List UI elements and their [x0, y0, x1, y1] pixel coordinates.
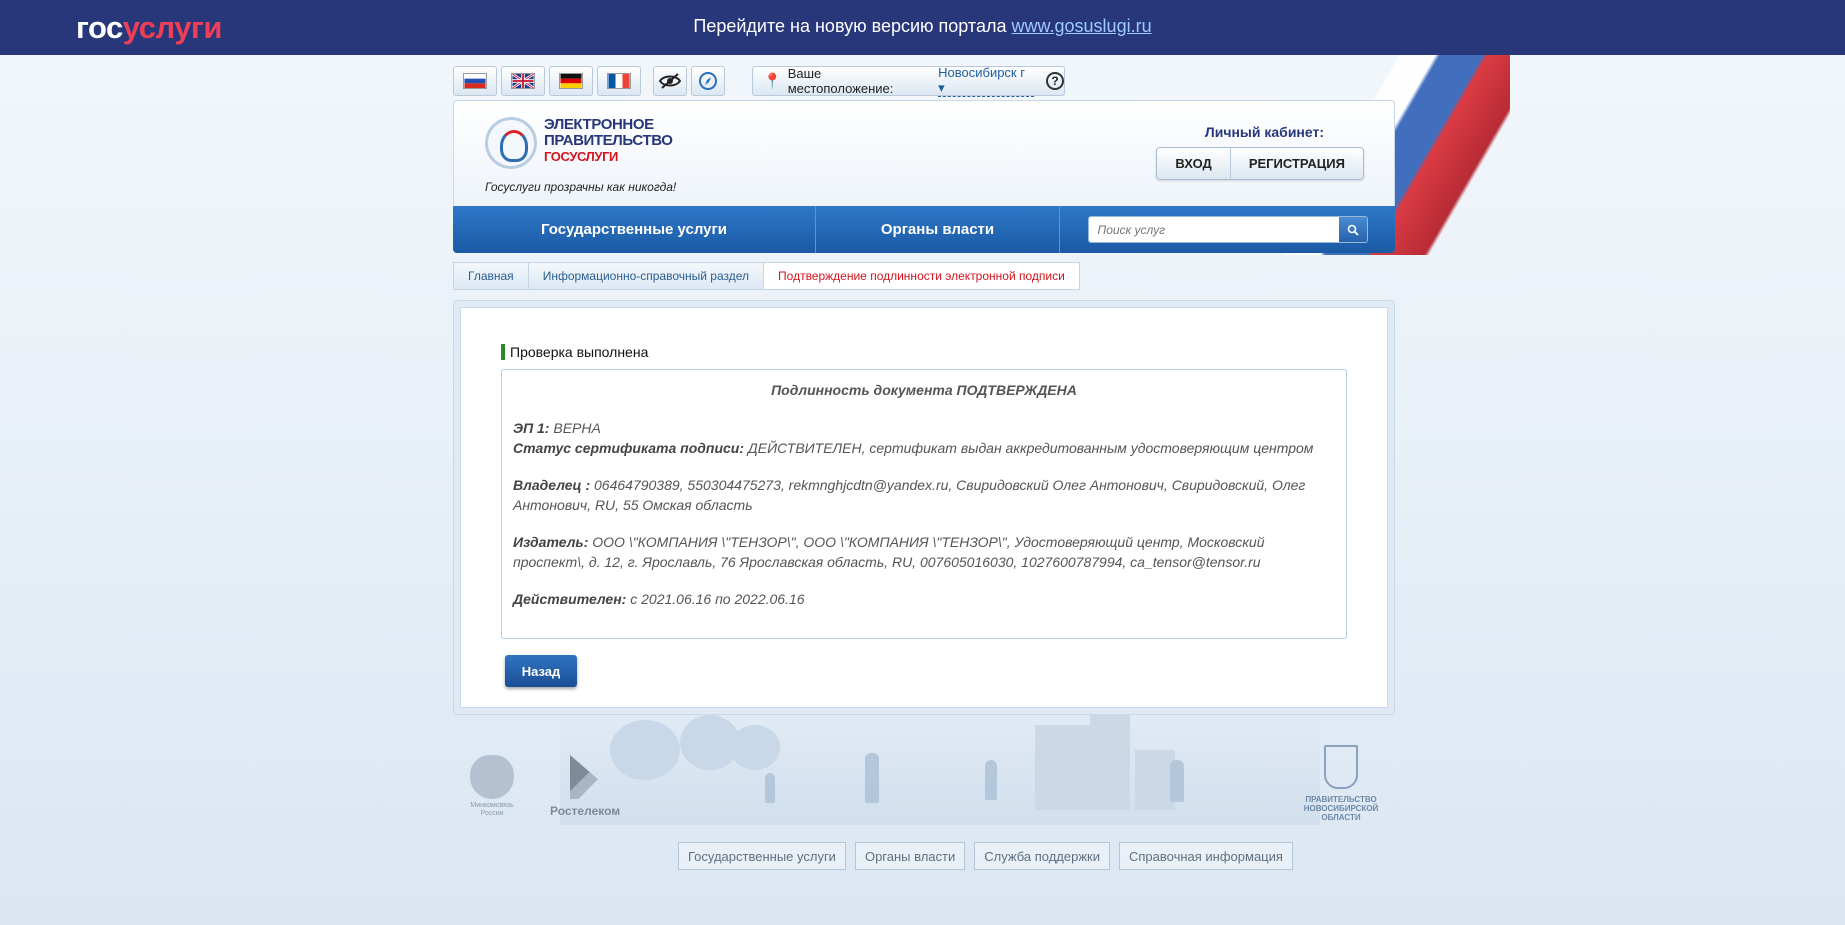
nav-authorities[interactable]: Органы власти: [816, 206, 1060, 253]
new-version-text: Перейдите на новую версию портала: [693, 16, 1007, 36]
footer-link-authorities[interactable]: Органы власти: [854, 842, 966, 870]
owner-value: 06464790389, 550304475273, rekmnghjcdtn@…: [513, 477, 1306, 513]
register-button[interactable]: РЕГИСТРАЦИЯ: [1229, 148, 1363, 179]
new-version-message: Перейдите на новую версию портала www.go…: [0, 16, 1845, 37]
issuer-value: ООО \"КОМПАНИЯ \"ТЕНЗОР\", ООО \"КОМПАНИ…: [513, 534, 1265, 570]
nso-coat-of-arms-icon: [1324, 745, 1358, 789]
status-line: Статус сертификата подписи: ДЕЙСТВИТЕЛЕН…: [513, 438, 1335, 458]
breadcrumb: Главная Информационно-справочный раздел …: [453, 262, 1080, 290]
nso-line1: ПРАВИТЕЛЬСТВО: [1305, 795, 1377, 804]
location-label: Ваше местоположение:: [787, 66, 894, 96]
rostelecom-logo[interactable]: Ростелеком: [550, 755, 621, 818]
verification-result: Подлинность документа ПОДТВЕРЖДЕНА ЭП 1:…: [501, 369, 1347, 639]
new-portal-link[interactable]: www.gosuslugi.ru: [1012, 16, 1152, 36]
nso-government-logo[interactable]: ПРАВИТЕЛЬСТВО НОВОСИБИРСКОЙ ОБЛАСТИ: [1302, 745, 1380, 822]
main-nav: Государственные услуги Органы власти: [453, 206, 1395, 253]
valid-label: Действителен:: [513, 591, 627, 607]
breadcrumb-current: Подтверждение подлинности электронной по…: [763, 262, 1080, 290]
germany-flag-icon: [559, 73, 583, 89]
footer-illustration: [560, 715, 1320, 825]
compass-button[interactable]: [691, 66, 725, 96]
search-box: [1087, 216, 1368, 243]
ep-line: ЭП 1: ВЕРНА: [513, 418, 1335, 438]
minsvyaz-logo[interactable]: Минкомсвязь России: [464, 755, 520, 818]
nso-line3: ОБЛАСТИ: [1321, 813, 1361, 822]
accessibility-button[interactable]: [653, 66, 687, 96]
egov-emblem-icon[interactable]: [485, 117, 537, 169]
issuer-line: Издатель: ООО \"КОМПАНИЯ \"ТЕНЗОР\", ООО…: [513, 532, 1335, 572]
city-name: Новосибирск г: [938, 65, 1025, 80]
top-banner: госуслуги Перейдите на новую версию порт…: [0, 0, 1845, 55]
lang-en-button[interactable]: [501, 66, 545, 96]
rostelecom-mark-icon: [570, 755, 598, 799]
footer-link-reference[interactable]: Справочная информация: [1118, 842, 1293, 870]
help-icon[interactable]: ?: [1046, 72, 1064, 90]
status-value: ДЕЙСТВИТЕЛЕН, сертификат выдан аккредито…: [747, 440, 1314, 456]
footer-links: Государственные услуги Органы власти Слу…: [678, 842, 1293, 870]
minsvyaz-line2: России: [480, 810, 504, 817]
breadcrumb-info-section[interactable]: Информационно-справочный раздел: [527, 262, 765, 290]
location-selector: 📍 Ваше местоположение: Новосибирск г ▾ ?: [752, 65, 1065, 97]
egov-title-line3: ГОСУСЛУГИ: [544, 149, 619, 164]
eagle-emblem-icon: [470, 755, 514, 799]
cabinet-label: Личный кабинет:: [1204, 124, 1324, 140]
egov-title[interactable]: ЭЛЕКТРОННОЕ ПРАВИТЕЛЬСТВО ГОСУСЛУГИ: [544, 117, 673, 165]
login-button[interactable]: ВХОД: [1157, 148, 1229, 179]
valid-line: Действителен: с 2021.06.16 по 2022.06.16: [513, 589, 1335, 609]
compass-icon: [699, 72, 717, 90]
header: 📍 Ваше местоположение: Новосибирск г ▾ ?…: [453, 65, 1395, 206]
egov-title-line1: ЭЛЕКТРОННОЕ: [544, 116, 654, 133]
content-panel: Проверка выполнена Подлинность документа…: [460, 307, 1388, 708]
nso-line2: НОВОСИБИРСКОЙ: [1303, 804, 1379, 813]
issuer-label: Издатель:: [513, 534, 589, 550]
lang-fr-button[interactable]: [597, 66, 641, 96]
ep-label: ЭП 1:: [513, 420, 550, 436]
footer-link-services[interactable]: Государственные услуги: [678, 842, 846, 870]
city-dropdown[interactable]: Новосибирск г ▾: [938, 65, 1035, 97]
search-input[interactable]: [1088, 217, 1339, 242]
footer-link-support[interactable]: Служба поддержки: [974, 842, 1110, 870]
nav-services[interactable]: Государственные услуги: [453, 206, 816, 253]
nav-search: [1060, 206, 1395, 253]
rostelecom-name: Ростелеком: [550, 804, 621, 818]
egov-slogan: Госуслуги прозрачны как никогда!: [485, 180, 677, 194]
back-button[interactable]: Назад: [505, 655, 577, 687]
minsvyaz-line1: Минкомсвязь: [470, 802, 514, 809]
content-frame: Проверка выполнена Подлинность документа…: [453, 300, 1395, 715]
egov-title-line2: ПРАВИТЕЛЬСТВО: [544, 132, 673, 149]
owner-label: Владелец :: [513, 477, 591, 493]
logo-panel: ЭЛЕКТРОННОЕ ПРАВИТЕЛЬСТВО ГОСУСЛУГИ Госу…: [453, 100, 1395, 206]
france-flag-icon: [607, 73, 631, 89]
lang-de-button[interactable]: [549, 66, 593, 96]
eye-icon: [659, 73, 681, 89]
location-pin-icon: 📍: [763, 73, 782, 90]
lang-ru-button[interactable]: [453, 66, 497, 96]
owner-line: Владелец : 06464790389, 550304475273, re…: [513, 475, 1335, 515]
result-title: Подлинность документа ПОДТВЕРЖДЕНА: [771, 382, 1077, 398]
valid-value: с 2021.06.16 по 2022.06.16: [630, 591, 805, 607]
search-icon: [1347, 224, 1359, 236]
breadcrumb-home[interactable]: Главная: [453, 262, 529, 290]
status-label: Статус сертификата подписи:: [513, 440, 745, 456]
check-complete-heading: Проверка выполнена: [501, 344, 648, 360]
uk-flag-icon: [511, 73, 535, 89]
search-button[interactable]: [1338, 217, 1367, 242]
russia-flag-icon: [463, 73, 487, 89]
auth-buttons: ВХОД РЕГИСТРАЦИЯ: [1156, 147, 1364, 180]
ep-value: ВЕРНА: [553, 420, 601, 436]
